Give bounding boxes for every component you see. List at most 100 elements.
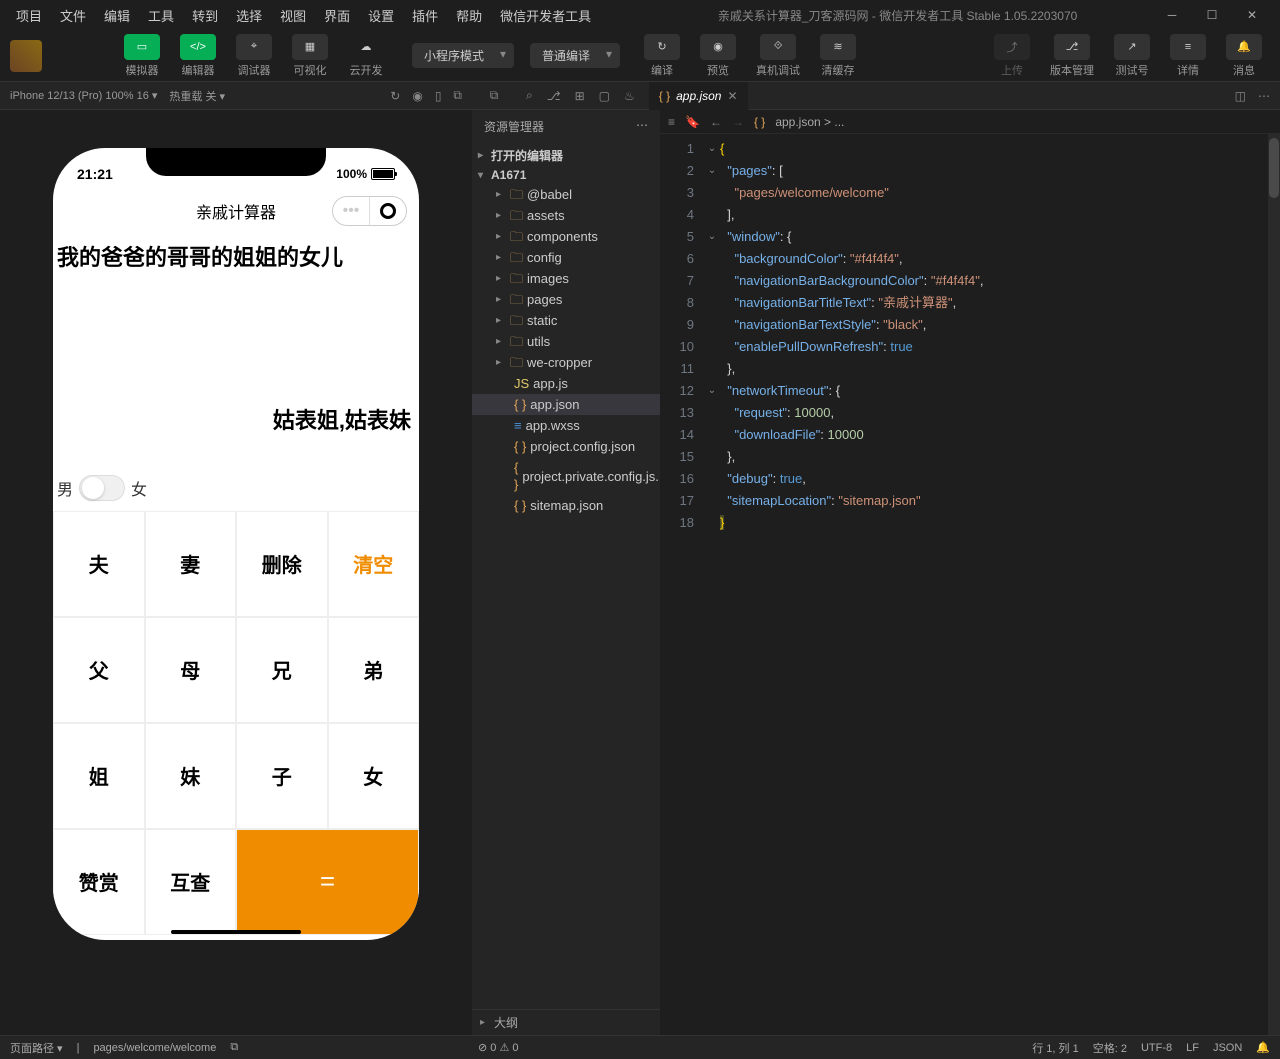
upload-button[interactable]: ⤴上传 (986, 32, 1038, 80)
key-younger-sister[interactable]: 妹 (145, 723, 237, 829)
cursor-position[interactable]: 行 1, 列 1 (1032, 1040, 1078, 1056)
capsule-close[interactable] (370, 197, 406, 225)
branch-icon[interactable]: ⎇ (547, 89, 561, 103)
menu-goto[interactable]: 转到 (184, 2, 226, 29)
menu-settings[interactable]: 设置 (360, 2, 402, 29)
menu-tools[interactable]: 工具 (140, 2, 182, 29)
key-elder-brother[interactable]: 兄 (236, 617, 328, 723)
preview-button[interactable]: ◉预览 (692, 32, 744, 80)
more-icon[interactable]: ⋯ (1258, 89, 1270, 103)
key-son[interactable]: 子 (236, 723, 328, 829)
menu-plugins[interactable]: 插件 (404, 2, 446, 29)
indent-info[interactable]: 空格: 2 (1093, 1040, 1127, 1056)
outline-section[interactable]: ▸大纲 (472, 1009, 660, 1035)
fold-gutter[interactable]: ⌄⌄⌄⌄ (704, 134, 720, 1035)
avatar[interactable] (10, 40, 42, 72)
key-father[interactable]: 父 (53, 617, 145, 723)
message-button[interactable]: 🔔消息 (1218, 32, 1270, 80)
box-icon[interactable]: ▢ (599, 89, 610, 103)
file-appjs[interactable]: JS app.js (472, 373, 660, 394)
nav-forward-icon[interactable]: → (732, 115, 744, 129)
nav-back-icon[interactable]: ← (710, 115, 722, 129)
minimize-button[interactable]: ─ (1156, 3, 1188, 27)
file-appwxss[interactable]: ≡ app.wxss (472, 415, 660, 436)
compile-mode-dropdown[interactable]: 普通编译 (530, 43, 620, 68)
encoding-info[interactable]: UTF-8 (1141, 1042, 1172, 1054)
search-icon[interactable]: ⌕ (526, 88, 533, 103)
file-sitemap[interactable]: { } sitemap.json (472, 495, 660, 516)
maximize-button[interactable]: ☐ (1196, 3, 1228, 27)
clear-cache-button[interactable]: ≋清缓存 (812, 32, 864, 80)
files-icon[interactable]: ⧉ (490, 88, 499, 103)
file-appjson[interactable]: { } app.json (472, 394, 660, 415)
notification-icon[interactable]: 🔔 (1256, 1041, 1270, 1054)
key-delete[interactable]: 删除 (236, 511, 328, 617)
grid-icon[interactable]: ⊞ (575, 89, 585, 103)
editor-button[interactable]: </>编辑器 (172, 32, 224, 80)
visualize-button[interactable]: ▦可视化 (284, 32, 336, 80)
folder-images[interactable]: ▸🗀 images (472, 268, 660, 289)
menu-interface[interactable]: 界面 (316, 2, 358, 29)
simulator-button[interactable]: ▭模拟器 (116, 32, 168, 80)
copy-icon[interactable]: ⧉ (453, 88, 462, 103)
fire-icon[interactable]: ♨ (624, 89, 635, 103)
folder-pages[interactable]: ▸🗀 pages (472, 289, 660, 310)
device-icon[interactable]: ▯ (435, 89, 442, 103)
menu-view[interactable]: 视图 (272, 2, 314, 29)
menu-select[interactable]: 选择 (228, 2, 270, 29)
list-icon[interactable]: ≡ (668, 115, 675, 129)
page-path-label[interactable]: 页面路径 ▾ (10, 1040, 63, 1056)
bookmark-icon[interactable]: 🔖 (685, 115, 700, 129)
key-daughter[interactable]: 女 (328, 723, 420, 829)
close-button[interactable]: ✕ (1236, 3, 1268, 27)
cloud-button[interactable]: ☁云开发 (340, 32, 392, 80)
menu-file[interactable]: 文件 (52, 2, 94, 29)
folder-babel[interactable]: ▸🗀 @babel (472, 184, 660, 205)
folder-utils[interactable]: ▸🗀 utils (472, 331, 660, 352)
key-mother[interactable]: 母 (145, 617, 237, 723)
key-reward[interactable]: 赞赏 (53, 829, 145, 935)
scrollbar[interactable] (1268, 134, 1280, 1035)
refresh-icon[interactable]: ↻ (390, 89, 400, 103)
file-projectprivate[interactable]: { } project.private.config.js... (472, 457, 660, 495)
key-wife[interactable]: 妻 (145, 511, 237, 617)
folder-components[interactable]: ▸🗀 components (472, 226, 660, 247)
open-editors-section[interactable]: ▸打开的编辑器 (472, 145, 660, 166)
remote-debug-button[interactable]: ⟐真机调试 (748, 32, 808, 80)
folder-assets[interactable]: ▸🗀 assets (472, 205, 660, 226)
file-projectconfig[interactable]: { } project.config.json (472, 436, 660, 457)
errors-count[interactable]: ⊘ 0 ⚠ 0 (478, 1041, 519, 1054)
code-content[interactable]: { "pages": [ "pages/welcome/welcome" ], … (720, 134, 1280, 1035)
folder-config[interactable]: ▸🗀 config (472, 247, 660, 268)
menu-help[interactable]: 帮助 (448, 2, 490, 29)
code-editor[interactable]: 123456789101112131415161718 ⌄⌄⌄⌄ { "page… (660, 134, 1280, 1035)
device-selector[interactable]: iPhone 12/13 (Pro) 100% 16 ▾ (10, 89, 157, 102)
details-button[interactable]: ≡详情 (1162, 32, 1214, 80)
gender-toggle[interactable] (79, 475, 125, 501)
editor-tab-appjson[interactable]: { } app.json ✕ (649, 82, 749, 110)
key-clear[interactable]: 清空 (328, 511, 420, 617)
project-root[interactable]: ▾A1671 (472, 166, 660, 184)
debugger-button[interactable]: ⌖调试器 (228, 32, 280, 80)
version-button[interactable]: ⎇版本管理 (1042, 32, 1102, 80)
key-husband[interactable]: 夫 (53, 511, 145, 617)
menu-devtools[interactable]: 微信开发者工具 (492, 2, 599, 29)
hotreload-toggle[interactable]: 热重载 关 ▾ (169, 88, 225, 104)
page-path[interactable]: pages/welcome/welcome (93, 1042, 216, 1054)
eol-info[interactable]: LF (1186, 1042, 1199, 1054)
language-info[interactable]: JSON (1213, 1042, 1242, 1054)
key-elder-sister[interactable]: 姐 (53, 723, 145, 829)
breadcrumb[interactable]: app.json > ... (775, 115, 844, 129)
mode-dropdown[interactable]: 小程序模式 (412, 43, 514, 68)
record-icon[interactable]: ◉ (412, 89, 422, 103)
close-tab-icon[interactable]: ✕ (727, 89, 737, 103)
copy-path-icon[interactable]: ⧉ (230, 1041, 238, 1054)
menu-project[interactable]: 项目 (8, 2, 50, 29)
compile-button[interactable]: ↻编译 (636, 32, 688, 80)
split-icon[interactable]: ◫ (1235, 89, 1246, 103)
key-reverse[interactable]: 互查 (145, 829, 237, 935)
capsule-menu[interactable]: ••• (333, 197, 369, 225)
folder-wecropper[interactable]: ▸🗀 we-cropper (472, 352, 660, 373)
key-younger-brother[interactable]: 弟 (328, 617, 420, 723)
explorer-more-icon[interactable]: ⋯ (636, 118, 648, 135)
